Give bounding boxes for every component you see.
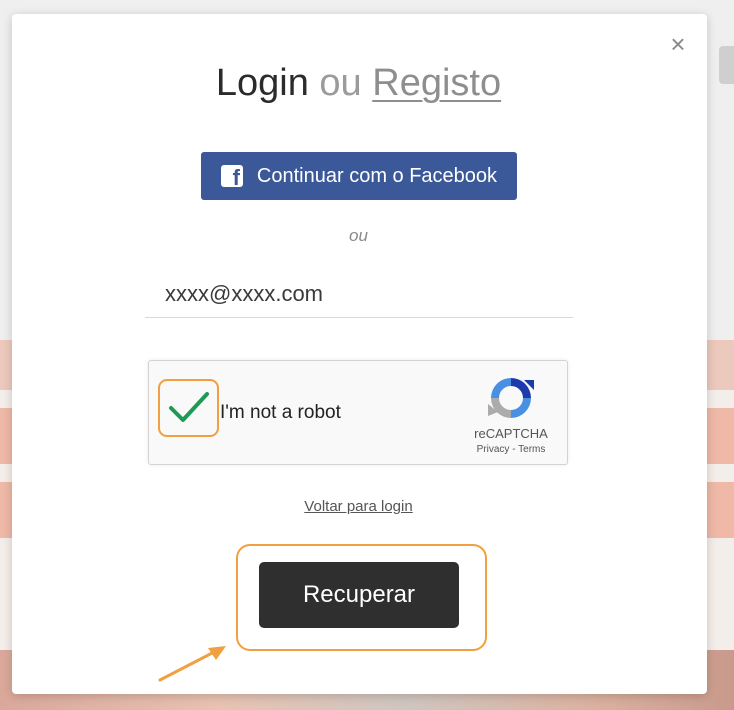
recaptcha-privacy-terms[interactable]: Privacy - Terms: [466, 444, 556, 455]
email-field[interactable]: [145, 270, 573, 318]
or-divider-label: ou: [349, 226, 368, 245]
arrow-annotation-icon: [158, 646, 226, 682]
recover-button[interactable]: Recuperar: [259, 562, 459, 628]
facebook-login-button[interactable]: f Continuar com o Facebook: [201, 152, 517, 200]
recaptcha-logo-icon: [488, 378, 534, 418]
back-to-login-link[interactable]: Voltar para login: [0, 498, 717, 515]
close-icon[interactable]: ×: [666, 31, 690, 57]
facebook-icon: f: [220, 165, 243, 187]
modal-title: Login ou Registo: [0, 62, 717, 105]
background-button: [719, 46, 734, 84]
title-login: Login: [215, 62, 309, 104]
checkmark-icon: [168, 392, 209, 422]
register-link[interactable]: Registo: [372, 62, 501, 104]
recaptcha-brand: reCAPTCHA: [474, 426, 548, 441]
recaptcha-label: I'm not a robot: [220, 402, 341, 423]
recaptcha-checkbox[interactable]: [158, 379, 219, 437]
facebook-button-label: Continuar com o Facebook: [256, 164, 498, 187]
title-separator: ou: [319, 62, 362, 104]
